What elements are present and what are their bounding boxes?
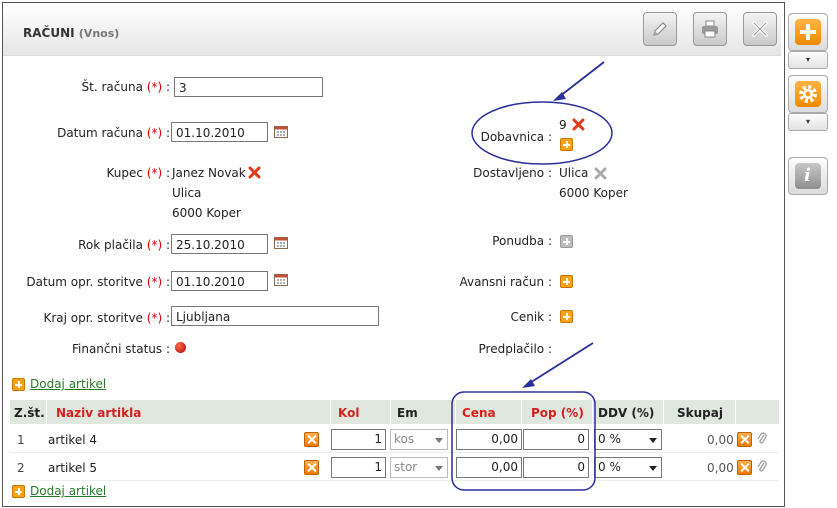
edit-button[interactable] <box>643 12 677 46</box>
service-date-label: Datum opr. storitve (*) : <box>26 275 170 289</box>
divider <box>592 400 593 424</box>
paperclip-icon[interactable] <box>757 460 767 474</box>
add-article-link-bottom[interactable]: Dodaj artikel <box>30 484 106 498</box>
pencil-icon <box>653 22 667 36</box>
add-article-icon[interactable] <box>12 378 25 391</box>
divider <box>390 400 391 424</box>
add-delivery-note-icon[interactable] <box>560 138 573 151</box>
status-indicator-icon <box>175 342 186 353</box>
info-button[interactable]: i <box>788 157 828 195</box>
row-total: 0,00 <box>707 433 734 447</box>
offer-label: Ponudba : <box>492 234 552 248</box>
add-new-dropdown[interactable]: ▾ <box>788 51 828 69</box>
delete-row-icon[interactable] <box>737 460 752 475</box>
page-title: RAČUNI (Vnos) <box>23 26 119 40</box>
divider <box>455 400 456 424</box>
remove-buyer-icon[interactable] <box>248 166 261 179</box>
price-list-label: Cenik : <box>510 310 552 324</box>
divider <box>330 400 331 424</box>
buyer-label: Kupec (*) : <box>106 166 170 180</box>
row-article-name: artikel 4 <box>48 433 98 447</box>
add-offer-icon[interactable] <box>560 235 573 248</box>
invoice-date-label: Datum računa (*) : <box>57 126 170 140</box>
delete-row-icon[interactable] <box>737 432 752 447</box>
add-advance-invoice-icon[interactable] <box>560 275 573 288</box>
service-place-label: Kraj opr. storitve (*) : <box>43 311 170 325</box>
vat-select[interactable]: 0 % <box>594 457 662 478</box>
add-new-button[interactable] <box>788 13 828 51</box>
col-header-qty[interactable]: Kol <box>338 406 359 420</box>
delivered-street: Ulica <box>559 166 589 180</box>
calendar-icon[interactable] <box>274 273 288 286</box>
service-date-input[interactable]: 01.10.2010 <box>171 271 268 291</box>
divider <box>663 400 664 424</box>
page-title-text: RAČUNI <box>23 26 75 40</box>
row-article-name: artikel 5 <box>48 461 98 475</box>
print-button[interactable] <box>693 12 727 46</box>
row-total: 0,00 <box>707 461 734 475</box>
calendar-icon[interactable] <box>274 236 288 249</box>
delivery-note-value: 9 <box>559 118 567 132</box>
row-num: 2 <box>17 461 25 475</box>
price-input[interactable]: 0,00 <box>456 457 522 478</box>
settings-dropdown[interactable]: ▾ <box>788 113 828 131</box>
delivered-label: Dostavljeno : <box>473 166 552 180</box>
printer-icon <box>702 20 718 38</box>
buyer-name: Janez Novak <box>172 166 246 180</box>
add-price-list-icon[interactable] <box>560 310 573 323</box>
advance-invoice-label: Avansni račun : <box>459 275 552 289</box>
price-input[interactable]: 0,00 <box>456 429 522 450</box>
prepaid-label: Predplačilo : <box>478 342 552 356</box>
invoice-number-label: Št. računa (*) : <box>81 80 170 94</box>
buyer-street: Ulica <box>172 186 202 200</box>
qty-input[interactable]: 1 <box>331 457 386 478</box>
remove-delivery-note-icon[interactable] <box>572 118 585 131</box>
close-icon <box>752 21 768 37</box>
unit-select[interactable]: kos <box>390 429 448 450</box>
col-header-price[interactable]: Cena <box>462 406 496 420</box>
discount-input[interactable]: 0 <box>523 457 589 478</box>
remove-delivered-icon[interactable] <box>594 167 607 180</box>
col-header-total[interactable]: Skupaj <box>677 406 723 420</box>
settings-button[interactable] <box>788 75 828 113</box>
invoice-date-input[interactable]: 01.10.2010 <box>171 122 268 142</box>
remove-article-icon[interactable] <box>304 432 319 447</box>
qty-input[interactable]: 1 <box>331 429 386 450</box>
col-header-discount[interactable]: Pop (%) <box>531 406 584 420</box>
divider <box>735 400 736 424</box>
col-header-vat[interactable]: DDV (%) <box>598 406 654 420</box>
buyer-city: 6000 Koper <box>172 206 241 220</box>
service-place-input[interactable]: Ljubljana <box>171 306 379 326</box>
discount-input[interactable]: 0 <box>523 429 589 450</box>
delivery-note-label: Dobavnica : <box>480 130 552 144</box>
col-header-num: Z.št. <box>14 406 45 420</box>
calendar-icon[interactable] <box>274 125 288 138</box>
invoice-number-input[interactable]: 3 <box>174 77 323 97</box>
row-num: 1 <box>17 433 25 447</box>
col-header-unit[interactable]: Em <box>397 406 418 420</box>
due-date-label: Rok plačila (*) : <box>78 238 170 252</box>
close-button[interactable] <box>743 12 777 46</box>
paperclip-icon[interactable] <box>757 432 767 446</box>
unit-select[interactable]: stor <box>390 457 448 478</box>
col-header-name[interactable]: Naziv artikla <box>56 406 141 420</box>
delivered-city: 6000 Koper <box>559 186 628 200</box>
gear-icon <box>795 81 821 107</box>
divider <box>46 400 47 424</box>
financial-status-label: Finančni status : <box>71 342 170 356</box>
due-date-input[interactable]: 25.10.2010 <box>171 234 268 254</box>
info-icon: i <box>795 163 821 189</box>
vat-select[interactable]: 0 % <box>594 429 662 450</box>
plus-icon <box>795 19 821 45</box>
page-subtitle: (Vnos) <box>78 27 120 40</box>
divider <box>521 400 522 424</box>
add-article-icon[interactable] <box>12 485 25 498</box>
add-article-link-top[interactable]: Dodaj artikel <box>30 377 106 391</box>
remove-article-icon[interactable] <box>304 460 319 475</box>
